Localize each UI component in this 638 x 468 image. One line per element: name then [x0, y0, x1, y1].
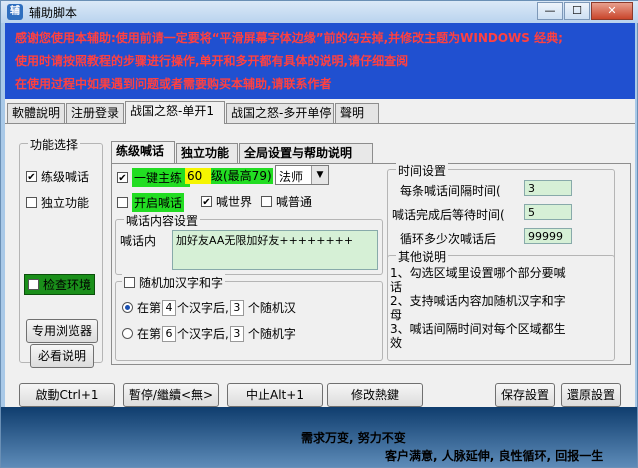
tab-single-open[interactable]: 战国之怒-单开1	[125, 101, 225, 124]
random-option-2[interactable]: 在第 6 个汉字后, 3 个随机字	[122, 325, 296, 342]
note-line-1: 1、勾选区域里设置哪个部分要喊	[390, 266, 566, 280]
checkbox-icon: ✔	[201, 196, 212, 208]
wait-label: 喊话完成后等待时间(	[392, 208, 505, 222]
one-key-train-checkbox[interactable]: ✔ 一键主练	[117, 168, 190, 187]
footer-slogan-2: 客户满意, 人脉延伸, 良性循环, 回报一生	[385, 449, 604, 463]
title-bar: 辅 辅助脚本 — ☐ ✕	[1, 1, 638, 23]
sub-tabs: 练级喊话 独立功能 全局设置与帮助说明	[111, 141, 631, 163]
stop-button[interactable]: 中止Alt+1	[227, 383, 323, 407]
save-settings-button[interactable]: 保存設置	[495, 383, 555, 407]
train-shout-checkbox[interactable]: ✔ 练级喊话	[26, 168, 89, 185]
opt2-suffix: 个随机字	[247, 327, 296, 341]
random-option-1[interactable]: 在第 4 个汉字后, 3 个随机汉	[122, 299, 296, 316]
level-max-label: 级(最高79)	[211, 168, 273, 184]
opt2-prefix: 在第	[137, 327, 162, 341]
train-shout-label: 练级喊话	[41, 170, 90, 184]
shout-world-checkbox[interactable]: ✔ 喊世界	[201, 193, 252, 210]
readme-button[interactable]: 必看说明	[30, 344, 94, 368]
loop-input[interactable]: 99999	[524, 228, 572, 244]
notice-line-2: 使用时请按照教程的步骤进行操作,单开和多开都有具体的说明,请仔细查阅	[15, 54, 409, 68]
pause-resume-button[interactable]: 暫停/繼續<無>	[123, 383, 219, 407]
one-key-train-label: 一键主练	[132, 168, 190, 187]
standalone-label: 独立功能	[41, 196, 90, 210]
tab-software-info[interactable]: 軟體說明	[7, 103, 65, 123]
footer-slogan-1: 需求万变, 努力不变	[301, 431, 406, 445]
notice-banner: 感谢您使用本辅助:使用前请一定要将“平滑屏幕字体边缘”前的勾去掉,并修改主题为W…	[5, 23, 635, 99]
shout-normal-label: 喊普通	[276, 195, 313, 209]
subtab-standalone[interactable]: 独立功能	[176, 143, 238, 163]
opt1-mid: 个汉字后,	[177, 301, 229, 315]
shout-content-label: 喊话内	[120, 234, 157, 248]
shout-content-group: 喊话内容设置 喊话内 加好友AA无限加好友++++++++	[115, 212, 383, 275]
main-tabs: 軟體說明 注册登录 战国之怒-单开1 战国之怒-多开单停 聲明	[5, 101, 635, 124]
level-value[interactable]: 60	[185, 168, 211, 184]
random-chars-checkbox[interactable]: 随机加汉字和字	[122, 274, 226, 291]
shout-content-input[interactable]: 加好友AA无限加好友++++++++	[172, 230, 378, 270]
checkbox-icon	[28, 279, 39, 290]
footer-banner: 需求万变, 努力不变 客户满意, 人脉延伸, 良性循环, 回报一生	[1, 407, 637, 467]
wait-input[interactable]: 5	[524, 204, 572, 220]
interval-input[interactable]: 3	[524, 180, 572, 196]
job-select-value: 法师	[279, 170, 304, 184]
close-button[interactable]: ✕	[591, 2, 633, 20]
tab-statement[interactable]: 聲明	[335, 103, 379, 123]
random-chars-group: 随机加汉字和字 在第 4 个汉字后, 3 个随机汉 在第 6 个汉字后, 3 个…	[115, 274, 383, 361]
main-content: 感谢您使用本辅助:使用前请一定要将“平滑屏幕字体边缘”前的勾去掉,并修改主题为W…	[5, 23, 635, 407]
chevron-down-icon: ▼	[311, 166, 328, 184]
shout-normal-checkbox[interactable]: 喊普通	[261, 193, 312, 210]
interval-label: 每条喊话间隔时间(	[400, 184, 501, 198]
notice-line-1: 感谢您使用本辅助:使用前请一定要将“平滑屏幕字体边缘”前的勾去掉,并修改主题为W…	[15, 31, 563, 45]
maximize-button[interactable]: ☐	[564, 2, 590, 20]
subtab-train-shout[interactable]: 练级喊话	[111, 141, 175, 163]
open-shout-label: 开启喊话	[132, 193, 185, 212]
checkbox-icon	[117, 197, 128, 208]
note-line-3: 2、支持喊话内容加随机汉字和字	[390, 294, 566, 308]
checkbox-icon: ✔	[117, 172, 128, 184]
start-button[interactable]: 啟動Ctrl+1	[19, 383, 115, 407]
checkbox-icon	[261, 196, 272, 207]
job-select[interactable]: 法师 ▼	[275, 165, 329, 185]
notice-line-3: 在使用过程中如果遇到问题或者需要购买本辅助,请联系作者	[15, 77, 332, 91]
opt1-suffix: 个随机汉	[247, 301, 296, 315]
checkbox-icon	[124, 277, 135, 288]
radio-icon	[122, 328, 133, 339]
restore-settings-button[interactable]: 還原設置	[561, 383, 621, 407]
checkbox-icon	[26, 197, 37, 208]
other-notes-group: 其他说明 1、勾选区域里设置哪个部分要喊 话 2、支持喊话内容加随机汉字和字 母…	[387, 248, 615, 361]
tab-multi-open[interactable]: 战国之怒-多开单停	[226, 103, 334, 123]
random-chars-label: 随机加汉字和字	[139, 276, 224, 290]
app-window: 辅 辅助脚本 — ☐ ✕ 感谢您使用本辅助:使用前请一定要将“平滑屏幕字体边缘”…	[0, 0, 638, 468]
shout-content-group-label: 喊话内容设置	[124, 212, 201, 229]
opt2-num-input[interactable]: 6	[162, 325, 177, 342]
shout-world-label: 喊世界	[216, 195, 253, 209]
other-notes-label: 其他说明	[396, 248, 449, 265]
opt1-prefix: 在第	[137, 301, 162, 315]
open-shout-checkbox[interactable]: 开启喊话	[117, 193, 185, 212]
checkbox-icon: ✔	[26, 171, 37, 183]
subtab-global-settings[interactable]: 全局设置与帮助说明	[239, 143, 373, 163]
time-settings-label: 时间设置	[396, 162, 449, 179]
standalone-checkbox[interactable]: 独立功能	[26, 194, 89, 211]
opt1-count-input[interactable]: 3	[229, 299, 244, 316]
note-line-6: 效	[390, 336, 403, 350]
check-env-checkbox[interactable]: 检查环境	[24, 274, 96, 295]
tab-register-login[interactable]: 注册登录	[66, 103, 124, 123]
window-title: 辅助脚本	[29, 6, 78, 20]
edit-hotkey-button[interactable]: 修改熱鍵	[327, 383, 423, 407]
radio-icon	[122, 302, 133, 313]
opt2-count-input[interactable]: 3	[229, 325, 244, 342]
check-env-label: 检查环境	[43, 278, 92, 292]
minimize-button[interactable]: —	[537, 2, 563, 20]
opt2-mid: 个汉字后,	[177, 327, 229, 341]
function-select-label: 功能选择	[28, 136, 81, 153]
loop-label: 循环多少次喊话后	[400, 232, 497, 246]
opt1-num-input[interactable]: 4	[162, 299, 177, 316]
function-select-group: 功能选择 ✔ 练级喊话 独立功能 检查环境 专用浏览器 必看说明	[19, 136, 103, 368]
browser-button[interactable]: 专用浏览器	[26, 319, 98, 343]
app-icon: 辅	[7, 4, 23, 20]
note-line-5: 3、喊话间隔时间对每个区域都生	[390, 322, 566, 336]
